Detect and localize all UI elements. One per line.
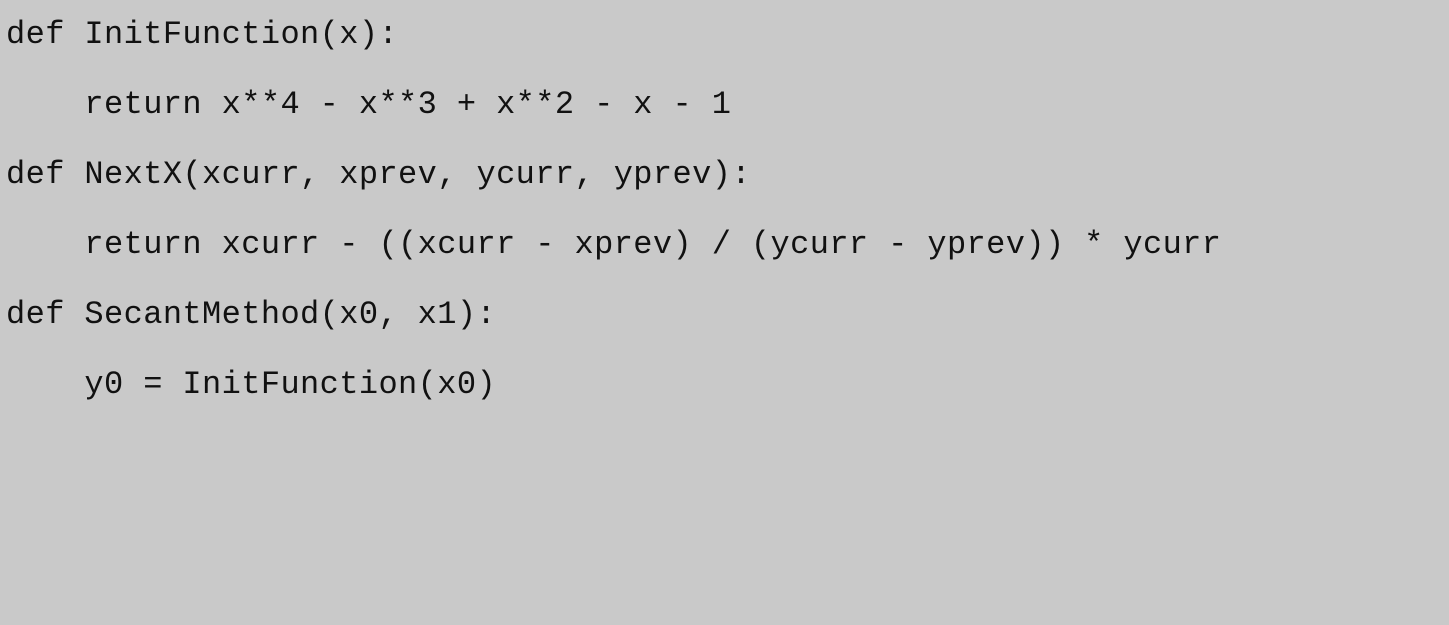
code-line: def NextX(xcurr, xprev, ycurr, yprev): bbox=[6, 140, 1443, 210]
code-line: return xcurr - ((xcurr - xprev) / (ycurr… bbox=[6, 210, 1443, 280]
code-line: def InitFunction(x): bbox=[6, 0, 1443, 70]
code-block: def InitFunction(x): return x**4 - x**3 … bbox=[0, 0, 1449, 420]
code-line: def SecantMethod(x0, x1): bbox=[6, 280, 1443, 350]
code-line: return x**4 - x**3 + x**2 - x - 1 bbox=[6, 70, 1443, 140]
code-line: y0 = InitFunction(x0) bbox=[6, 350, 1443, 420]
